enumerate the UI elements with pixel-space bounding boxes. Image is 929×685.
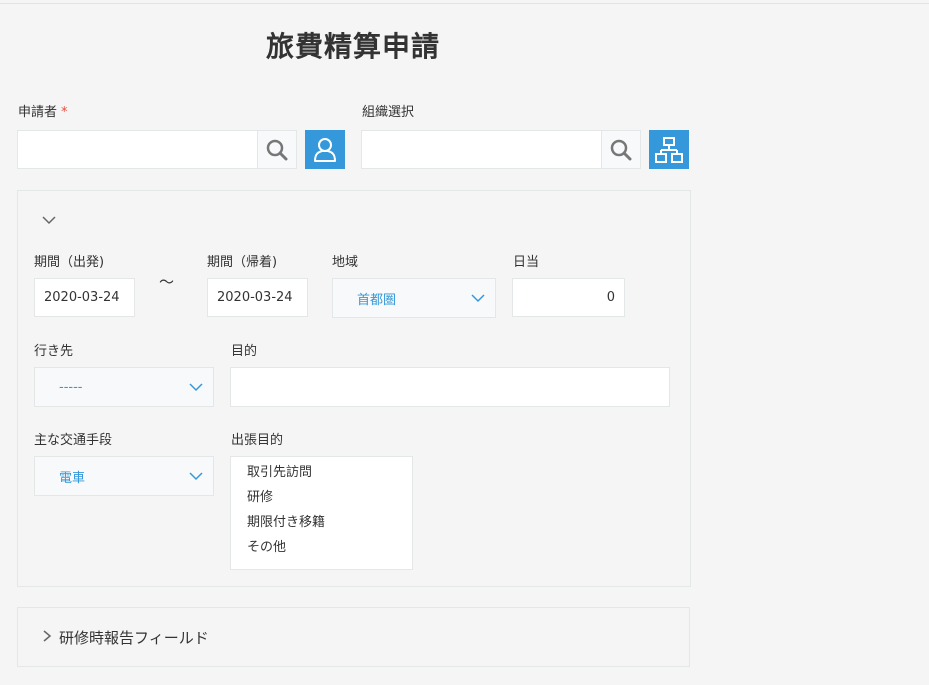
org-label: 組織選択	[362, 105, 415, 120]
allowance-label: 日当	[513, 255, 540, 270]
allowance-input[interactable]: 0	[512, 278, 625, 317]
transport-select[interactable]: 電車	[34, 456, 214, 496]
required-mark: *	[61, 105, 68, 120]
region-label: 地域	[332, 255, 359, 270]
applicant-label: 申請者 *	[18, 105, 68, 120]
list-item[interactable]: その他	[247, 540, 396, 565]
destination-select[interactable]: -----	[34, 367, 214, 407]
collapse-chevron-icon[interactable]	[40, 212, 58, 228]
user-select-button[interactable]	[305, 130, 345, 169]
trip-purpose-label: 出張目的	[231, 433, 284, 448]
form-title: 旅費精算申請	[266, 30, 441, 63]
applicant-search-button[interactable]	[257, 130, 297, 169]
org-tree-button[interactable]	[649, 130, 689, 169]
region-select[interactable]: 首都圏	[332, 278, 496, 318]
expand-chevron-icon[interactable]	[41, 628, 53, 644]
destination-label: 行き先	[34, 344, 74, 359]
period-end-date-input[interactable]: 2020-03-24	[207, 278, 308, 317]
user-icon	[314, 137, 336, 162]
range-tilde: ～	[159, 273, 175, 291]
top-divider	[0, 3, 929, 4]
chevron-down-icon	[471, 294, 485, 303]
org-chart-icon	[655, 136, 683, 163]
transport-select-value: 電車	[59, 470, 86, 486]
org-search-button[interactable]	[601, 130, 641, 169]
period-start-date-input[interactable]: 2020-03-24	[34, 278, 135, 317]
transport-label: 主な交通手段	[34, 433, 113, 448]
period-start-label: 期間（出発)	[34, 255, 105, 270]
org-input[interactable]	[361, 130, 602, 169]
chevron-down-icon	[189, 472, 203, 481]
chevron-down-icon	[189, 383, 203, 392]
search-icon	[266, 139, 288, 160]
training-report-group-label[interactable]: 研修時報告フィールド	[59, 627, 209, 648]
applicant-input[interactable]	[17, 130, 258, 169]
region-select-value: 首都圏	[357, 292, 397, 308]
trip-purpose-list[interactable]: 取引先訪問 研修 期限付き移籍 その他	[230, 456, 413, 570]
destination-select-value: -----	[59, 379, 83, 395]
list-item[interactable]: 取引先訪問	[247, 465, 396, 490]
list-item[interactable]: 研修	[247, 490, 396, 515]
list-item[interactable]: 期限付き移籍	[247, 515, 396, 540]
period-end-label: 期間（帰着)	[207, 255, 278, 270]
purpose-input[interactable]	[230, 367, 670, 407]
search-icon	[610, 139, 632, 160]
purpose-label: 目的	[231, 344, 258, 359]
